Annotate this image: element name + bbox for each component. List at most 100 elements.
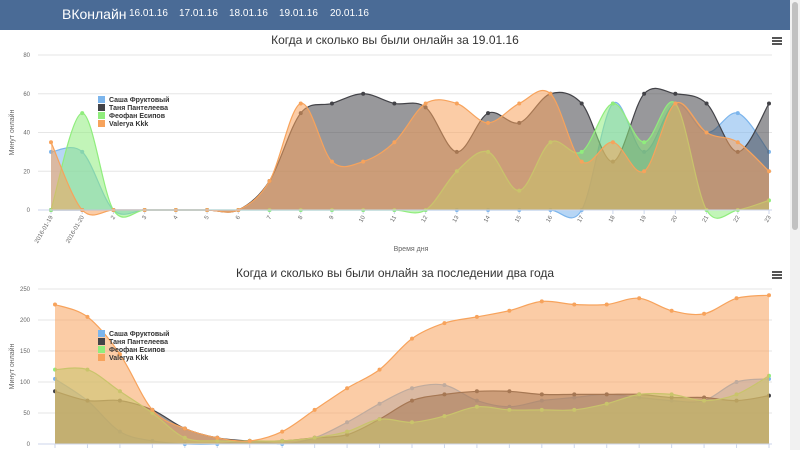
data-point <box>572 302 577 307</box>
data-point <box>49 140 53 145</box>
data-point <box>53 302 57 307</box>
legend-item-valerya[interactable]: Valerya Kkk <box>98 354 169 362</box>
data-point <box>423 101 428 106</box>
data-point <box>298 101 303 106</box>
y-tick-label: 150 <box>20 349 31 355</box>
x-tick-label: 9 <box>329 214 336 220</box>
x-tick-label: 2016-01-19 <box>34 214 55 244</box>
data-point <box>767 293 771 298</box>
x-tick-label: 11 <box>390 214 399 223</box>
data-point <box>642 140 647 145</box>
data-point <box>548 91 553 96</box>
legend-label: Valerya Kkk <box>109 121 149 128</box>
legend-item-tanya[interactable]: Таня Пантелеева <box>98 104 169 112</box>
vertical-scrollbar[interactable] <box>790 0 800 450</box>
data-point <box>474 314 479 319</box>
daily-online-plot: 0 20 40 60 80 Минут онлайн 2016-01-19 2016-01-2… <box>8 53 773 253</box>
nav-link-20-01-16[interactable]: 20.01.16 <box>330 8 369 19</box>
y-tick-label: 0 <box>27 442 31 448</box>
y-tick-label: 40 <box>23 131 30 137</box>
data-point <box>486 111 491 116</box>
nav-link-19-01-16[interactable]: 19.01.16 <box>279 8 318 19</box>
scrollbar-thumb[interactable] <box>792 2 798 230</box>
data-point <box>361 159 366 164</box>
data-point <box>410 336 414 341</box>
data-point <box>442 321 447 326</box>
data-point <box>280 429 285 434</box>
nav-link-16-01-16[interactable]: 16.01.16 <box>129 8 168 19</box>
data-point <box>267 178 272 183</box>
x-axis-label: Время дня <box>394 246 429 253</box>
legend-item-sasha[interactable]: Саша Фруктовый <box>98 96 169 104</box>
legend-label: Феофан Есипов <box>109 113 166 120</box>
data-point <box>669 308 674 313</box>
x-tick-label: 21 <box>702 214 711 223</box>
data-point <box>507 308 512 313</box>
data-point <box>182 426 187 431</box>
x-tick-label: 3 <box>142 214 149 220</box>
legend-item-tanya[interactable]: Таня Пантелеева <box>98 338 169 346</box>
x-tick-label: 7 <box>266 214 273 220</box>
data-point <box>517 101 522 106</box>
x-tick-label: 8 <box>298 214 305 220</box>
data-point <box>704 101 709 106</box>
x-tick-label: 22 <box>733 214 742 223</box>
y-axis-label: Минут онлайн <box>8 343 16 389</box>
legend-label: Таня Пантелеева <box>109 339 168 346</box>
data-point <box>329 101 334 106</box>
chart-menu-icon[interactable] <box>772 37 782 46</box>
data-point <box>85 314 90 319</box>
data-point <box>610 140 615 145</box>
legend-item-feofan[interactable]: Феофан Есипов <box>98 112 169 120</box>
data-point <box>767 101 771 106</box>
data-point <box>345 386 350 391</box>
data-point <box>486 120 491 125</box>
chart-menu-icon[interactable] <box>772 271 782 280</box>
x-tick-label: 23 <box>764 214 773 223</box>
data-point <box>361 91 366 96</box>
y-axis-label: Минут онлайн <box>8 109 16 155</box>
x-tick-label: 12 <box>421 214 430 223</box>
data-point <box>392 101 397 106</box>
x-tick-label: 15 <box>514 214 523 223</box>
x-tick-label: 5 <box>204 214 211 220</box>
x-tick-label: 18 <box>608 214 617 223</box>
chart-title: Когда и сколько вы были онлайн за послед… <box>235 266 555 280</box>
data-point <box>392 140 397 145</box>
data-point <box>377 367 382 372</box>
data-point <box>80 111 85 116</box>
nav-link-17-01-16[interactable]: 17.01.16 <box>179 8 218 19</box>
y-tick-label: 100 <box>20 380 31 386</box>
x-tick-label: 16 <box>546 214 555 223</box>
data-point <box>312 407 317 412</box>
legend-item-sasha[interactable]: Саша Фруктовый <box>98 330 169 338</box>
two-year-online-chart: 0 50 100 150 200 250 Минут онлайн Когда и скол… <box>0 262 790 450</box>
data-point <box>767 169 771 174</box>
data-point <box>704 130 709 135</box>
y-tick-label: 50 <box>23 411 30 417</box>
legend-item-valerya[interactable]: Valerya Kkk <box>98 120 169 128</box>
x-tick-label: 2 <box>110 214 117 220</box>
chart-legend: Саша Фруктовый Таня Пантелеева Феофан Ес… <box>98 96 169 128</box>
data-point <box>454 101 459 106</box>
data-point <box>610 101 615 106</box>
data-point <box>579 101 584 106</box>
data-point <box>579 159 584 164</box>
x-tick-label: 19 <box>639 214 648 223</box>
legend-item-feofan[interactable]: Феофан Есипов <box>98 346 169 354</box>
data-point <box>215 435 220 440</box>
data-point <box>642 169 647 174</box>
y-tick-label: 0 <box>27 208 31 214</box>
navbar: ВКонлайн 16.01.16 17.01.16 18.01.16 19.0… <box>0 0 790 30</box>
data-point <box>150 407 155 412</box>
nav-link-18-01-16[interactable]: 18.01.16 <box>229 8 268 19</box>
x-tick-label: 14 <box>483 214 492 223</box>
data-point <box>642 91 647 96</box>
brand-link[interactable]: ВКонлайн <box>62 6 127 22</box>
data-point <box>734 296 739 301</box>
x-tick-label: 10 <box>358 214 367 223</box>
data-point <box>735 140 740 145</box>
y-tick-label: 80 <box>23 53 30 59</box>
data-point <box>604 302 609 307</box>
legend-label: Valerya Kkk <box>109 355 149 362</box>
